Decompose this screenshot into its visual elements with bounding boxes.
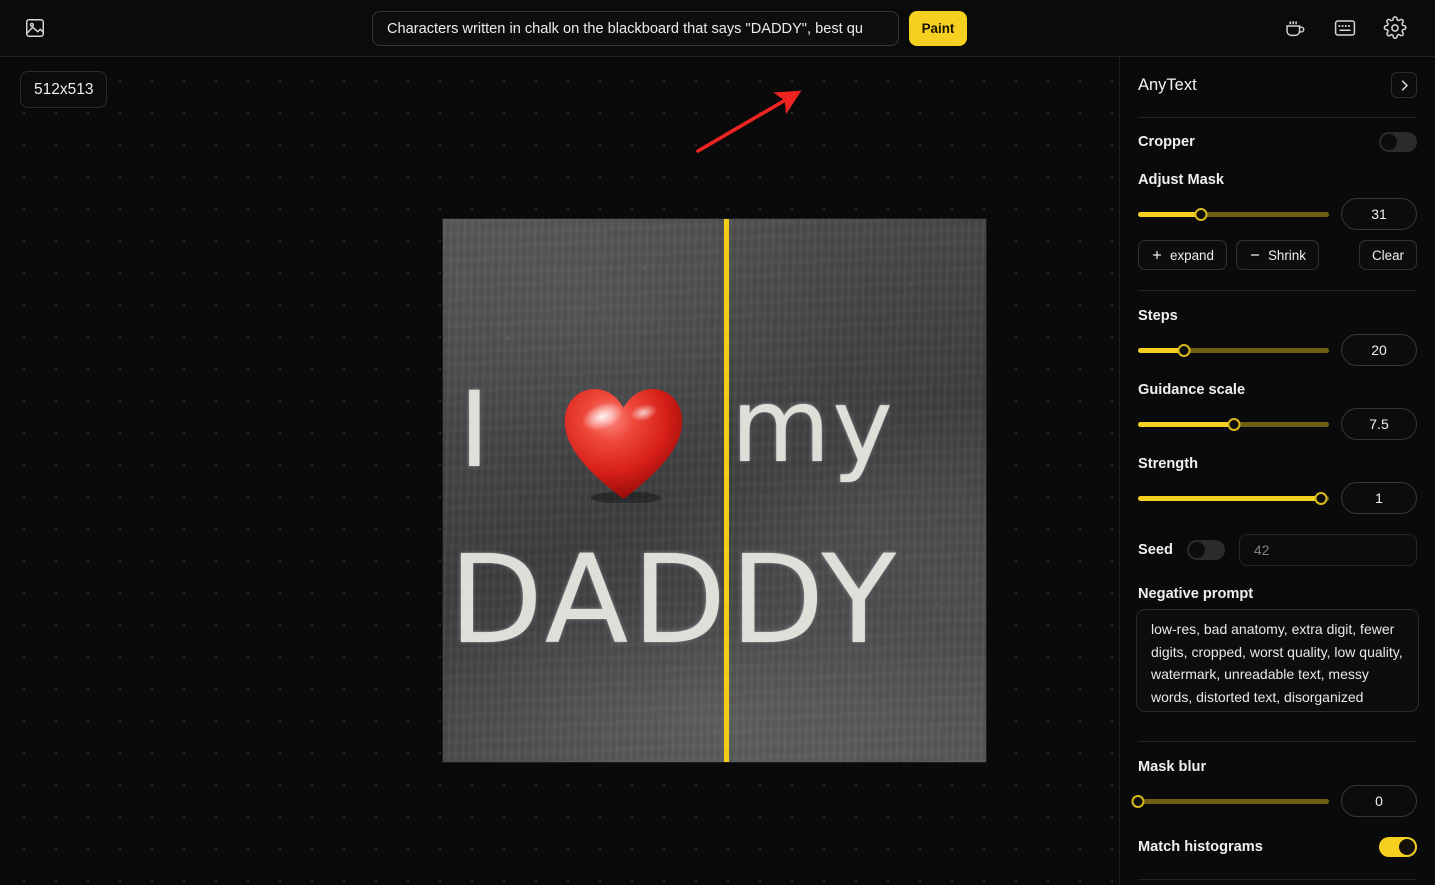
- negative-prompt-label: Negative prompt: [1138, 586, 1254, 602]
- negative-prompt-textarea[interactable]: [1136, 609, 1419, 712]
- seed-toggle[interactable]: [1186, 540, 1225, 560]
- guidance-scale-value[interactable]: 7.5: [1341, 408, 1417, 440]
- expand-mask-label: expand: [1170, 247, 1214, 263]
- slider-fill: [1138, 496, 1322, 501]
- coffee-icon[interactable]: [1284, 17, 1307, 40]
- canvas-area[interactable]: 512x513 I my DADDY: [0, 57, 1119, 885]
- keyboard-icon[interactable]: [1333, 16, 1357, 40]
- cropper-row: Cropper: [1136, 132, 1419, 152]
- slider-thumb[interactable]: [1131, 795, 1145, 808]
- settings-panel: AnyText Cropper Adjust Mask 31 expand Sh…: [1119, 57, 1435, 885]
- slider-thumb[interactable]: [1177, 344, 1191, 357]
- prompt-bar: Paint: [372, 11, 967, 46]
- match-histograms-toggle[interactable]: [1379, 837, 1417, 857]
- mask-buttons-row: expand Shrink Clear: [1136, 240, 1419, 270]
- adjust-mask-label: Adjust Mask: [1138, 172, 1224, 188]
- seed-value-input[interactable]: 42: [1238, 534, 1417, 566]
- gear-icon[interactable]: [1383, 16, 1407, 40]
- expand-mask-button[interactable]: expand: [1138, 240, 1227, 270]
- panel-divider-1: [1138, 117, 1417, 118]
- mask-blur-slider[interactable]: [1131, 791, 1329, 811]
- panel-divider-3: [1138, 741, 1417, 742]
- chalkboard-background: [443, 219, 986, 762]
- annotation-arrow-icon: [696, 90, 802, 153]
- cropper-toggle-knob: [1381, 134, 1397, 150]
- mask-blur-slider-row: 0: [1131, 785, 1419, 817]
- comparison-divider-line[interactable]: [724, 219, 729, 762]
- clear-mask-button[interactable]: Clear: [1359, 240, 1417, 270]
- strength-label: Strength: [1138, 456, 1198, 472]
- plus-icon: [1152, 250, 1162, 260]
- seed-row: Seed 42: [1136, 534, 1419, 566]
- match-histograms-row: Match histograms: [1136, 837, 1419, 857]
- slider-thumb[interactable]: [1194, 208, 1208, 221]
- match-histograms-toggle-knob: [1399, 839, 1415, 855]
- slider-thumb[interactable]: [1314, 492, 1328, 505]
- steps-label: Steps: [1138, 308, 1178, 324]
- panel-divider-4: [1138, 879, 1417, 880]
- steps-slider-row: 20: [1136, 334, 1419, 366]
- strength-slider[interactable]: [1138, 488, 1329, 508]
- steps-slider[interactable]: [1138, 340, 1329, 360]
- adjust-mask-slider[interactable]: [1138, 204, 1329, 224]
- steps-value[interactable]: 20: [1341, 334, 1417, 366]
- slider-thumb[interactable]: [1227, 418, 1240, 431]
- guidance-scale-slider-row: 7.5: [1136, 408, 1419, 440]
- app-root: Paint: [0, 0, 1435, 885]
- cropper-toggle[interactable]: [1379, 132, 1417, 152]
- image-icon[interactable]: [24, 17, 46, 39]
- panel-divider-2: [1138, 290, 1417, 291]
- shrink-mask-label: Shrink: [1267, 247, 1306, 263]
- prompt-input[interactable]: [372, 11, 899, 46]
- shrink-mask-button[interactable]: Shrink: [1235, 240, 1319, 270]
- clear-mask-label: Clear: [1372, 247, 1404, 263]
- image-size-badge[interactable]: 512x513: [20, 71, 108, 108]
- slider-track: [1138, 799, 1329, 804]
- adjust-mask-slider-row: 31: [1136, 198, 1419, 230]
- guidance-scale-label: Guidance scale: [1138, 382, 1246, 398]
- artwork-image[interactable]: I my DADDY: [442, 218, 987, 763]
- panel-header: AnyText: [1136, 57, 1419, 113]
- chevron-right-icon[interactable]: [1391, 72, 1417, 98]
- toolbar-left-group: [24, 17, 46, 39]
- cropper-label: Cropper: [1138, 134, 1195, 150]
- guidance-scale-slider[interactable]: [1138, 414, 1329, 434]
- toolbar-right-group: [1284, 16, 1407, 40]
- seed-label: Seed: [1138, 542, 1173, 558]
- mask-blur-label: Mask blur: [1138, 759, 1207, 775]
- slider-fill: [1138, 212, 1202, 217]
- slider-fill: [1138, 422, 1234, 427]
- adjust-mask-value[interactable]: 31: [1341, 198, 1417, 230]
- minus-icon: [1250, 254, 1260, 256]
- panel-title: AnyText: [1138, 75, 1197, 94]
- strength-slider-row: 1: [1136, 482, 1419, 514]
- match-histograms-label: Match histograms: [1138, 839, 1263, 855]
- paint-button[interactable]: Paint: [909, 11, 967, 46]
- top-toolbar: Paint: [0, 0, 1435, 57]
- strength-value[interactable]: 1: [1341, 482, 1417, 514]
- mask-blur-value[interactable]: 0: [1341, 785, 1417, 817]
- seed-toggle-knob: [1188, 542, 1205, 558]
